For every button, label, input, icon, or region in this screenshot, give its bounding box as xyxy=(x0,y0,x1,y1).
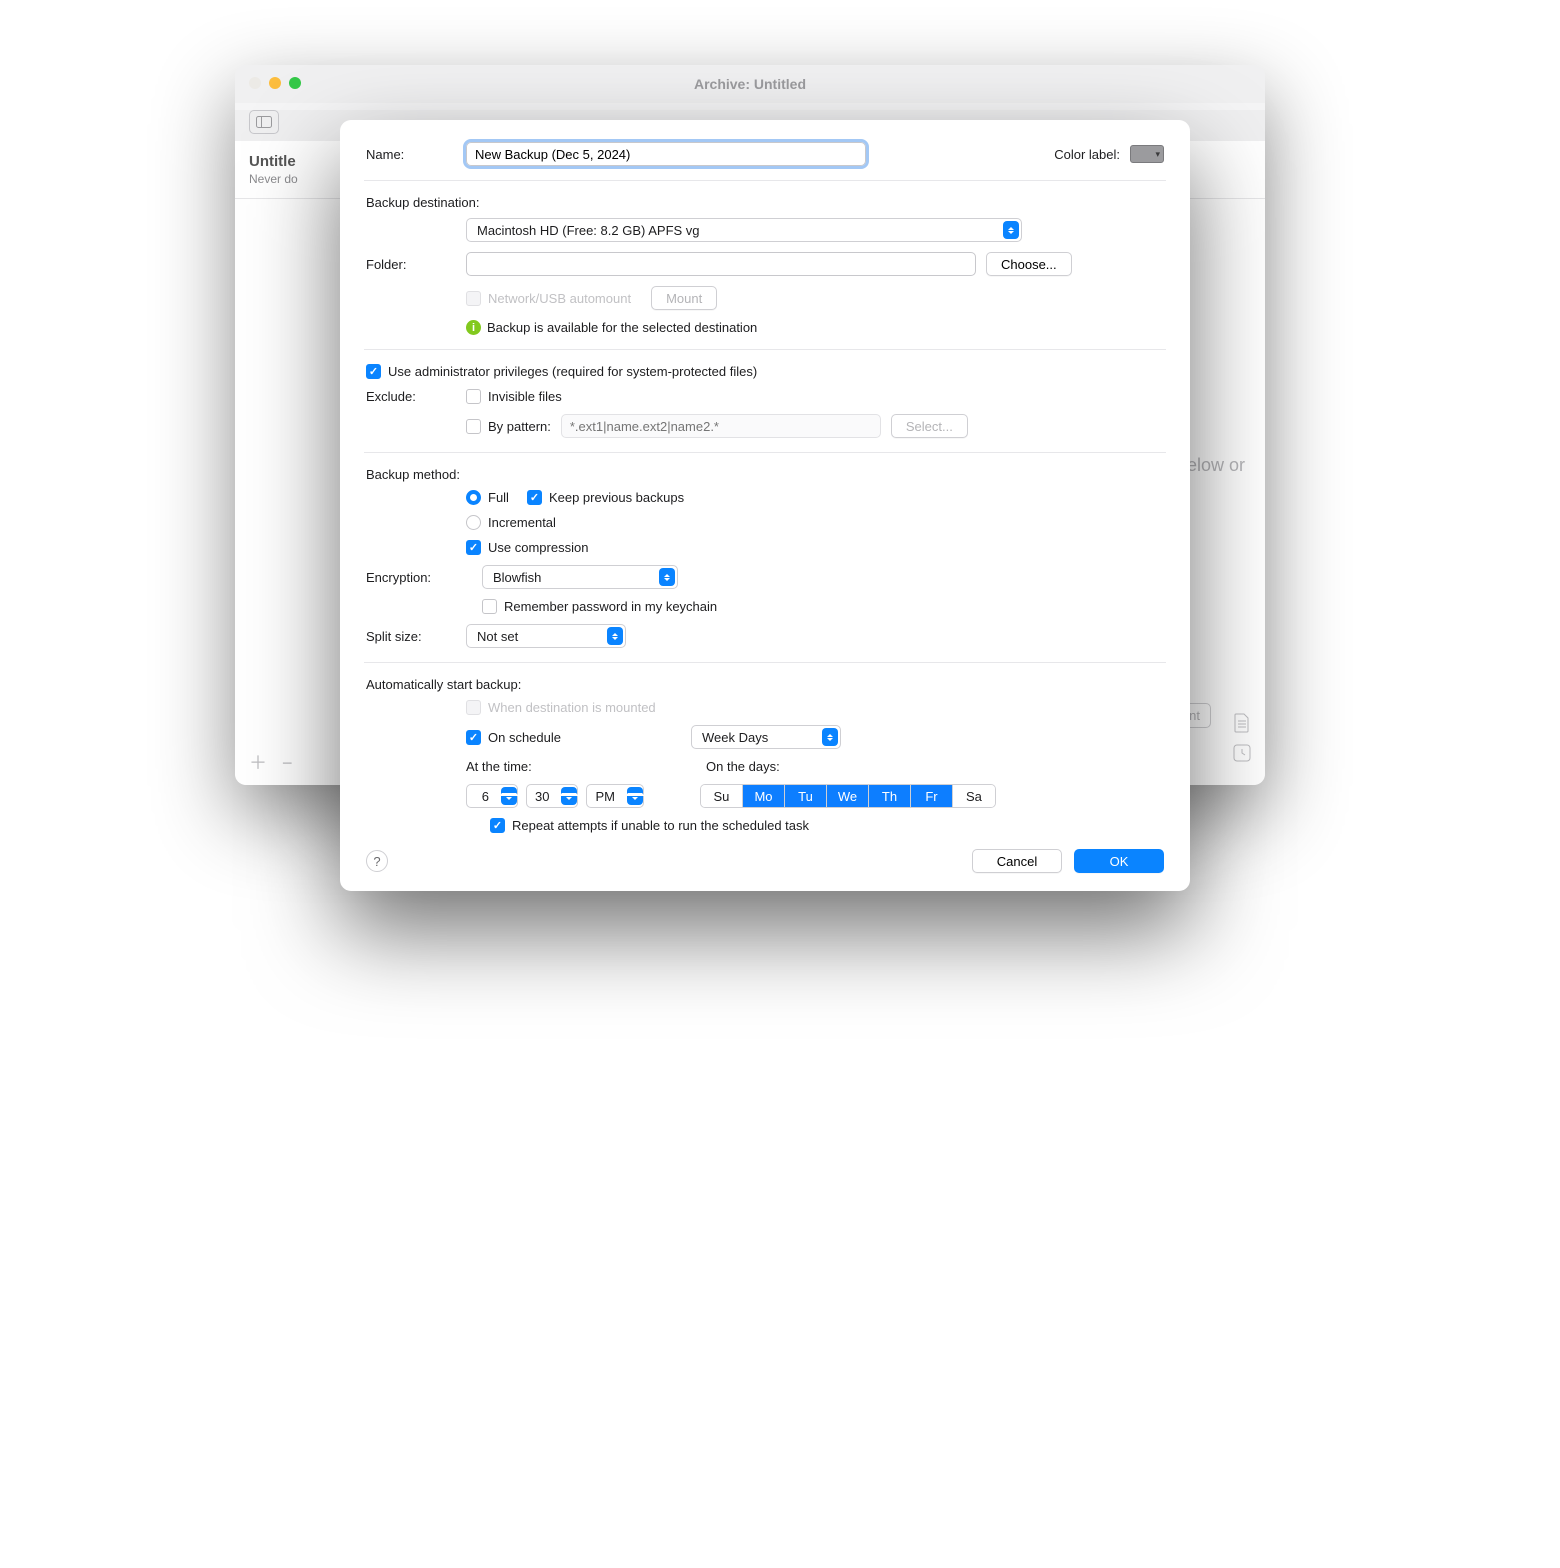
hour-value: 6 xyxy=(475,789,495,804)
by-pattern-checkbox[interactable] xyxy=(466,419,481,434)
repeat-attempts-checkbox[interactable]: ✓ xyxy=(490,818,505,833)
repeat-attempts-label: Repeat attempts if unable to run the sch… xyxy=(512,818,809,833)
full-label: Full xyxy=(488,490,509,505)
auto-start-heading: Automatically start backup: xyxy=(366,677,1164,692)
cancel-button[interactable]: Cancel xyxy=(972,849,1062,873)
admin-priv-checkbox[interactable]: ✓ xyxy=(366,364,381,379)
backup-destination-heading: Backup destination: xyxy=(366,195,1164,210)
automount-label: Network/USB automount xyxy=(488,291,631,306)
window-titlebar: Archive: Untitled xyxy=(235,65,1265,103)
ampm-value: PM xyxy=(595,789,621,804)
help-button[interactable]: ? xyxy=(366,850,388,872)
popup-stepper-icon xyxy=(561,787,577,805)
background-hint-text: elow or xyxy=(1187,455,1245,476)
ampm-stepper[interactable]: PM xyxy=(586,784,644,808)
popup-stepper-icon xyxy=(822,728,838,746)
encryption-popup[interactable]: Blowfish xyxy=(482,565,678,589)
folder-input[interactable] xyxy=(466,252,976,276)
split-size-popup[interactable]: Not set xyxy=(466,624,626,648)
encryption-label: Encryption: xyxy=(366,570,476,585)
invisible-files-label: Invisible files xyxy=(488,389,562,404)
doc-icon[interactable] xyxy=(1233,713,1251,736)
schedule-mode-popup[interactable]: Week Days xyxy=(691,725,841,749)
at-the-time-label: At the time: xyxy=(466,759,706,774)
remember-password-checkbox[interactable] xyxy=(482,599,497,614)
destination-selected: Macintosh HD (Free: 8.2 GB) APFS vg xyxy=(477,223,700,238)
clock-icon[interactable] xyxy=(1233,744,1251,765)
compression-label: Use compression xyxy=(488,540,588,555)
backup-settings-sheet: Name: Color label: ▾ Backup destination:… xyxy=(340,120,1190,891)
split-size-selected: Not set xyxy=(477,629,518,644)
destination-popup[interactable]: Macintosh HD (Free: 8.2 GB) APFS vg xyxy=(466,218,1022,242)
day-mo[interactable]: Mo xyxy=(743,785,785,807)
encryption-selected: Blowfish xyxy=(493,570,541,585)
info-icon: i xyxy=(466,320,481,335)
compression-checkbox[interactable]: ✓ xyxy=(466,540,481,555)
folder-label: Folder: xyxy=(366,257,460,272)
on-schedule-checkbox[interactable]: ✓ xyxy=(466,730,481,745)
popup-stepper-icon xyxy=(1003,221,1019,239)
sidebar-toggle-icon[interactable] xyxy=(249,110,279,134)
background-bottom-icons: ＋ − xyxy=(249,749,293,775)
day-th[interactable]: Th xyxy=(869,785,911,807)
chevron-down-icon: ▾ xyxy=(1155,149,1160,160)
minimize-traffic-light[interactable] xyxy=(269,77,281,89)
backup-method-heading: Backup method: xyxy=(366,467,1164,482)
color-label-text: Color label: xyxy=(1054,147,1120,162)
name-label: Name: xyxy=(366,147,460,162)
exclude-label: Exclude: xyxy=(366,389,460,404)
minute-stepper[interactable]: 30 xyxy=(526,784,578,808)
name-input[interactable] xyxy=(466,142,866,166)
incremental-radio[interactable] xyxy=(466,515,481,530)
day-tu[interactable]: Tu xyxy=(785,785,827,807)
day-su[interactable]: Su xyxy=(701,785,743,807)
schedule-mode-selected: Week Days xyxy=(702,730,768,745)
when-mounted-checkbox xyxy=(466,700,481,715)
destination-status: Backup is available for the selected des… xyxy=(487,320,757,335)
minute-value: 30 xyxy=(535,789,555,804)
invisible-files-checkbox[interactable] xyxy=(466,389,481,404)
minus-icon[interactable]: − xyxy=(282,753,293,773)
on-the-days-label: On the days: xyxy=(706,759,780,774)
split-size-label: Split size: xyxy=(366,629,460,644)
full-radio[interactable] xyxy=(466,490,481,505)
popup-stepper-icon xyxy=(659,568,675,586)
hour-stepper[interactable]: 6 xyxy=(466,784,518,808)
day-sa[interactable]: Sa xyxy=(953,785,995,807)
popup-stepper-icon xyxy=(627,787,643,805)
remember-password-label: Remember password in my keychain xyxy=(504,599,717,614)
color-label-picker[interactable]: ▾ xyxy=(1130,145,1164,163)
ok-button[interactable]: OK xyxy=(1074,849,1164,873)
day-we[interactable]: We xyxy=(827,785,869,807)
by-pattern-label: By pattern: xyxy=(488,419,551,434)
day-fr[interactable]: Fr xyxy=(911,785,953,807)
keep-previous-checkbox[interactable]: ✓ xyxy=(527,490,542,505)
pattern-input xyxy=(561,414,881,438)
when-mounted-label: When destination is mounted xyxy=(488,700,656,715)
popup-stepper-icon xyxy=(501,787,517,805)
days-segmented-control[interactable]: Su Mo Tu We Th Fr Sa xyxy=(700,784,996,808)
keep-previous-label: Keep previous backups xyxy=(549,490,684,505)
automount-checkbox xyxy=(466,291,481,306)
close-traffic-light[interactable] xyxy=(249,77,261,89)
choose-folder-button[interactable]: Choose... xyxy=(986,252,1072,276)
popup-stepper-icon xyxy=(607,627,623,645)
incremental-label: Incremental xyxy=(488,515,556,530)
plus-icon[interactable]: ＋ xyxy=(249,753,267,773)
select-pattern-button: Select... xyxy=(891,414,968,438)
mount-button: Mount xyxy=(651,286,717,310)
admin-priv-label: Use administrator privileges (required f… xyxy=(388,364,757,379)
zoom-traffic-light[interactable] xyxy=(289,77,301,89)
on-schedule-label: On schedule xyxy=(488,730,561,745)
window-title: Archive: Untitled xyxy=(694,76,806,92)
